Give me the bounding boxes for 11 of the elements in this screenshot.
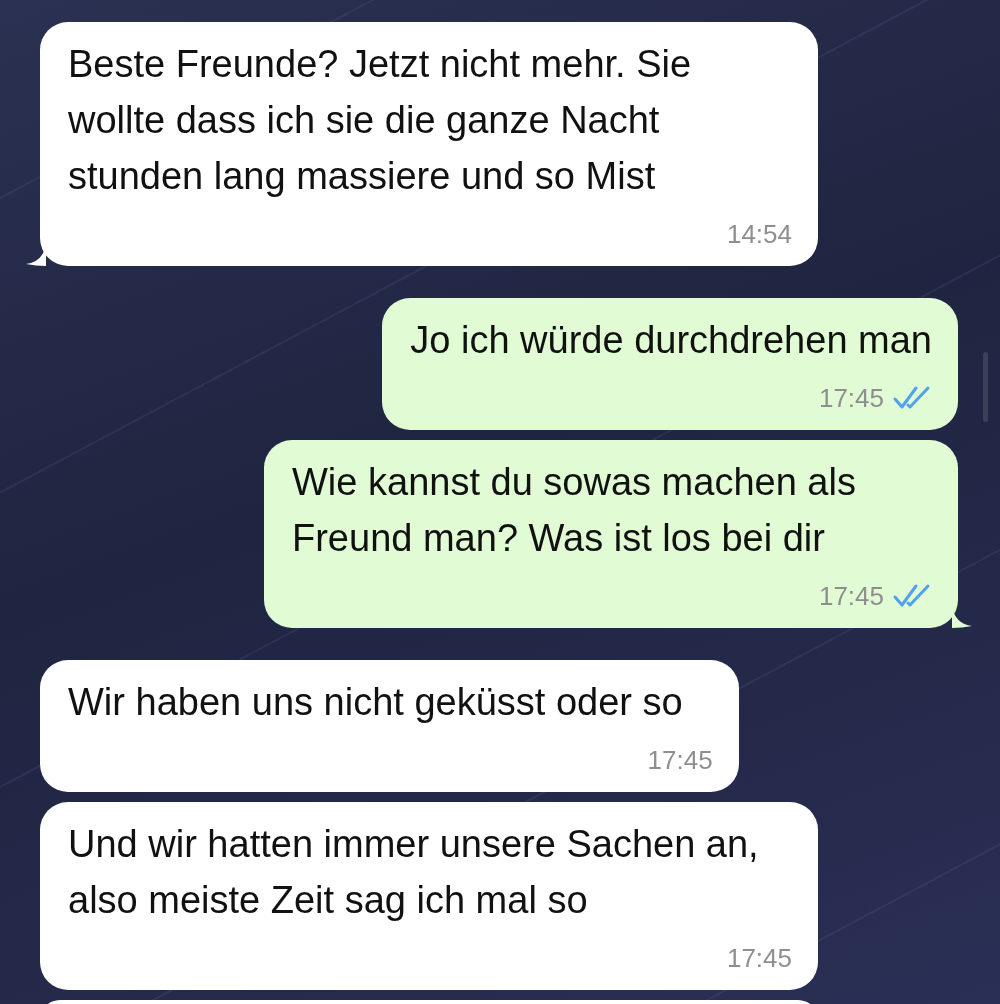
message-time: 17:45 <box>647 744 713 777</box>
message-time: 17:45 <box>726 942 792 975</box>
message-text: Jo ich würde durchdrehen man <box>410 318 932 363</box>
message-time: 14:54 <box>726 218 792 251</box>
message-time: 17:45 <box>818 580 884 613</box>
message-text: Und wir hatten immer unsere Sachen an, also meiste Zeit sag ich mal so <box>68 822 760 923</box>
message-text: Wir haben uns nicht geküsst oder so <box>68 680 684 725</box>
message-text: Wie kannst du sowas machen als Freund man? Was ist los bei dir <box>292 460 857 561</box>
message-time: 17:45 <box>818 382 884 415</box>
message-text: Beste Freunde? Jetzt nicht mehr. Sie wollte dass ich sie die ganze Nacht stunden lang massiere und so Mist <box>68 42 693 199</box>
scroll-bar <box>983 352 988 422</box>
